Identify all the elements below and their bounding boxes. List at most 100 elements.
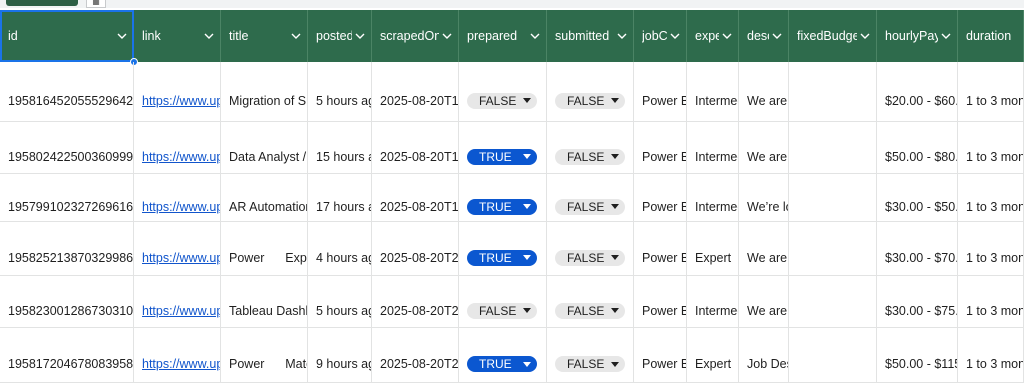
cell-link-text[interactable]: https://www.upw [142,94,220,108]
column-header-jobCategory[interactable]: jobCa [634,10,687,62]
cell-duration[interactable]: 1 to 3 month [958,174,1024,221]
chevron-down-icon[interactable] [670,31,680,41]
column-header-prepared[interactable]: prepared [459,10,547,62]
cell-scrapedOn[interactable]: 2025-08-20T19: [372,122,459,173]
cell-prepared[interactable]: FALSE [459,276,547,327]
cell-fixedBudget[interactable] [789,174,877,221]
cell-experience[interactable]: Expert [687,222,739,275]
column-header-title[interactable]: title [221,10,308,62]
column-header-link[interactable]: link [134,10,221,62]
cell-link-text[interactable]: https://www.upw [142,150,220,164]
column-header-hourlyPay[interactable]: hourlyPay [877,10,958,62]
cell-posted[interactable]: 4 hours ago [308,222,372,275]
cell-link[interactable]: https://www.upw [134,222,221,275]
cell-title[interactable]: AR Automation S [221,174,308,221]
cell-description[interactable]: We are looking for a Data A [739,122,789,173]
chevron-down-icon[interactable] [530,31,540,41]
cell-hourlyPay[interactable]: $30.00 - $50.00 [877,174,958,221]
column-header-description[interactable]: desc [739,10,789,62]
cell-scrapedOn[interactable]: 2025-08-20T20: [372,276,459,327]
submitted-dropdown-chip[interactable]: FALSE [555,198,625,215]
cell-posted[interactable]: 5 hours ago [308,62,372,121]
prepared-dropdown-chip[interactable]: TRUE [467,249,537,266]
cell-prepared[interactable]: FALSE [459,62,547,121]
cell-hourlyPay[interactable]: $30.00 - $75.00 [877,276,958,327]
cell-prepared[interactable]: TRUE [459,222,547,275]
cell-duration[interactable]: 1 to 3 month [958,122,1024,173]
cell-experience[interactable]: Intermedi [687,62,739,121]
cell-posted[interactable]: 5 hours ago [308,276,372,327]
cell-id[interactable]: 1958252138703299866 [0,222,134,275]
cell-fixedBudget[interactable] [789,276,877,327]
chevron-down-icon[interactable] [941,31,951,41]
table-icon[interactable]: ▦ [86,0,106,8]
cell-jobCategory[interactable]: Power BI [634,62,687,121]
column-header-duration[interactable]: duration [958,10,1024,62]
cell-fixedBudget[interactable] [789,62,877,121]
cell-prepared[interactable]: TRUE [459,122,547,173]
cell-scrapedOn[interactable]: 2025-08-20T20: [372,328,459,382]
cell-link-text[interactable]: https://www.upw [142,304,220,318]
cell-title[interactable]: Power Maton [221,328,308,382]
column-header-fixedBudget[interactable]: fixedBudge [789,10,877,62]
chevron-down-icon[interactable] [617,31,627,41]
cell-duration[interactable]: 1 to 3 month [958,62,1024,121]
cell-fixedBudget[interactable] [789,222,877,275]
cell-hourlyPay[interactable]: $30.00 - $70.00 [877,222,958,275]
cell-title[interactable]: Migration of Sma [221,62,308,121]
chevron-down-icon[interactable] [355,31,365,41]
column-header-scrapedOn[interactable]: scrapedOn [372,10,459,62]
cell-hourlyPay[interactable]: $50.00 - $80.00 [877,122,958,173]
cell-submitted[interactable]: FALSE [547,122,634,173]
prepared-dropdown-chip[interactable]: TRUE [467,148,537,165]
column-header-id[interactable]: id [0,10,134,62]
submitted-dropdown-chip[interactable]: FALSE [555,148,625,165]
cell-link-text[interactable]: https://www.upw [142,357,220,371]
column-header-experience[interactable]: expe [687,10,739,62]
cell-submitted[interactable]: FALSE [547,62,634,121]
cell-title[interactable]: Data Analyst / [221,122,308,173]
column-header-submitted[interactable]: submitted [547,10,634,62]
cell-prepared[interactable]: TRUE [459,328,547,382]
cell-experience[interactable]: Intermedi [687,276,739,327]
cell-link[interactable]: https://www.upw [134,328,221,382]
prepared-dropdown-chip[interactable]: TRUE [467,356,537,372]
prepared-dropdown-chip[interactable]: FALSE [467,302,537,319]
cell-id[interactable]: 1958230012867303104 [0,276,134,327]
cell-experience[interactable]: Expert [687,328,739,382]
cell-experience[interactable]: Intermedi [687,174,739,221]
cell-link-text[interactable]: https://www.upw [142,251,220,265]
cell-experience[interactable]: Intermedi [687,122,739,173]
chevron-down-icon[interactable] [204,31,214,41]
cell-duration[interactable]: 1 to 3 month [958,222,1024,275]
chevron-down-icon[interactable] [291,31,301,41]
chevron-down-icon[interactable] [117,31,127,41]
cell-description[interactable]: Job Description We’re look [739,328,789,382]
cell-posted[interactable]: 9 hours ago [308,328,372,382]
cell-submitted[interactable]: FALSE [547,276,634,327]
cell-scrapedOn[interactable]: 2025-08-20T19: [372,62,459,121]
cell-fixedBudget[interactable] [789,122,877,173]
sheet-tab[interactable] [6,0,78,6]
cell-id[interactable]: 1957991023272696169 [0,174,134,221]
cell-posted[interactable]: 17 hours ago [308,174,372,221]
cell-link[interactable]: https://www.upw [134,276,221,327]
cell-fixedBudget[interactable] [789,328,877,382]
chevron-down-icon[interactable] [722,31,732,41]
cell-link-text[interactable]: https://www.upw [142,200,220,214]
cell-submitted[interactable]: FALSE [547,222,634,275]
column-header-posted[interactable]: posted [308,10,372,62]
cell-link[interactable]: https://www.upw [134,122,221,173]
cell-title[interactable]: Power Expert [221,222,308,275]
prepared-dropdown-chip[interactable]: TRUE [467,198,537,215]
cell-submitted[interactable]: FALSE [547,174,634,221]
cell-jobCategory[interactable]: Power BI [634,222,687,275]
cell-jobCategory[interactable]: Power BI [634,122,687,173]
cell-description[interactable]: We’re looking for a skilled [739,174,789,221]
cell-link[interactable]: https://www.upw [134,174,221,221]
cell-jobCategory[interactable]: Power BI [634,328,687,382]
chevron-down-icon[interactable] [442,31,452,41]
cell-description[interactable]: We are seeking an experie [739,62,789,121]
cell-prepared[interactable]: TRUE [459,174,547,221]
cell-scrapedOn[interactable]: 2025-08-20T19: [372,174,459,221]
